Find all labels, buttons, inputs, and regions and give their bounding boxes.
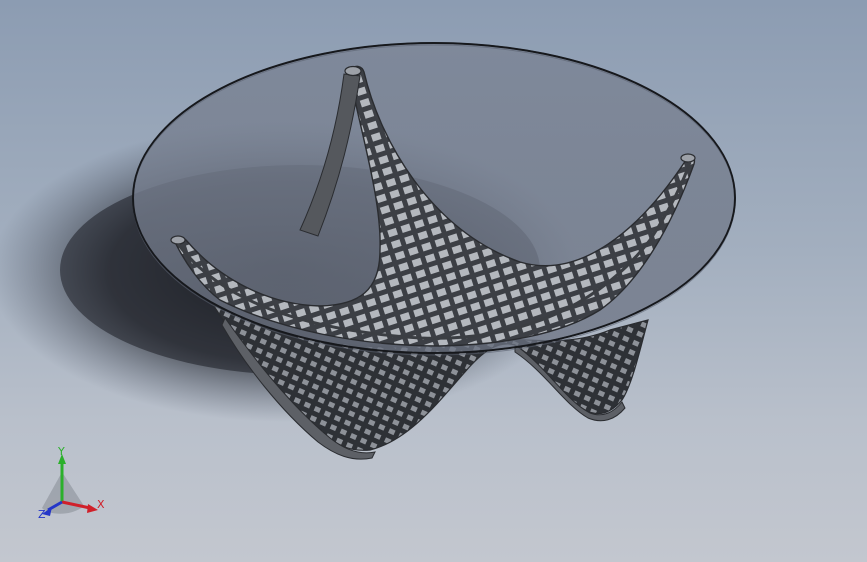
y-axis-label: Y (57, 445, 65, 458)
reference-triad[interactable]: Y X Z (28, 444, 118, 534)
graphics-viewport[interactable]: Y X Z (0, 0, 867, 562)
x-axis-label: X (97, 498, 105, 511)
model-view[interactable] (0, 0, 867, 562)
post-top-left (170, 235, 186, 245)
post-top-back (344, 65, 362, 77)
post-top-right (680, 153, 696, 163)
z-axis-label: Z (38, 508, 46, 521)
